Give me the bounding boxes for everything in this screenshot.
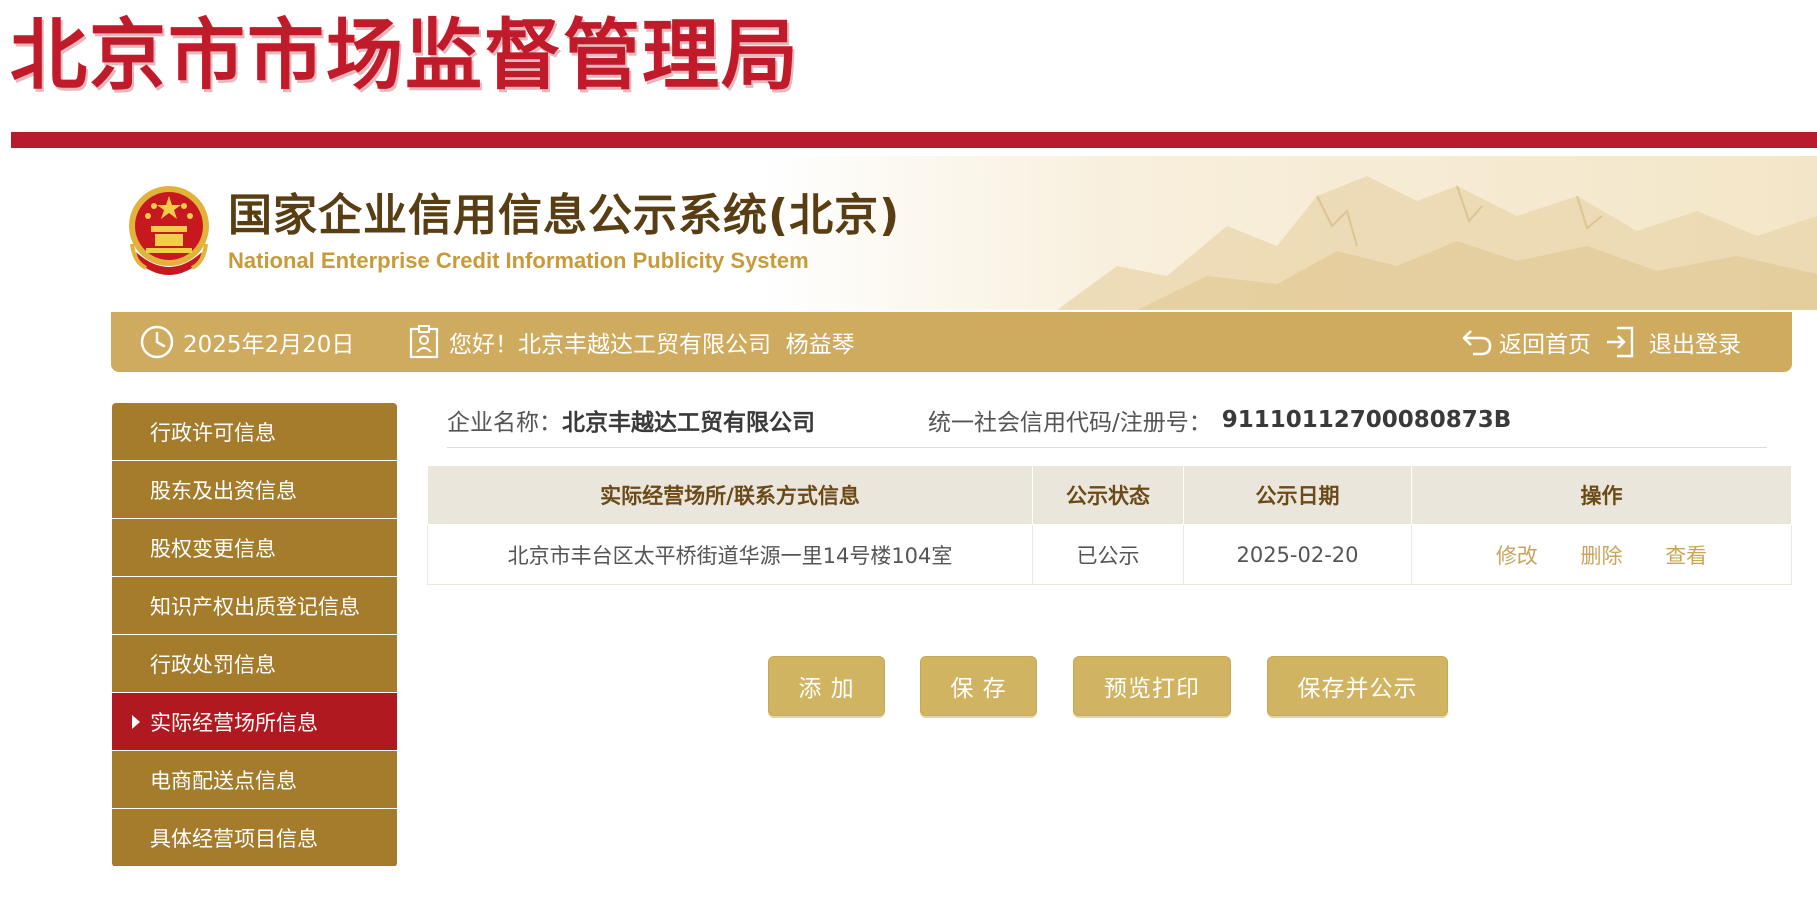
system-title: 国家企业信用信息公示系统(北京): [228, 190, 901, 241]
national-emblem-icon: [129, 186, 209, 275]
save-and-publish-button[interactable]: 保存并公示: [1267, 656, 1448, 716]
clock-icon: [140, 325, 174, 359]
system-subtitle-english: National Enterprise Credit Information P…: [228, 248, 809, 273]
column-header-actions: 操作: [1411, 465, 1792, 525]
cell-status: 已公示: [1032, 524, 1184, 585]
sidebar-item-business-scope[interactable]: 具体经营项目信息: [112, 809, 397, 866]
delete-link[interactable]: 删除: [1581, 544, 1623, 568]
credit-code-value: 91110112700080873B: [1221, 407, 1512, 433]
agency-title: 北京市市场监督管理局: [10, 12, 800, 101]
sidebar-item-label: 股东及出资信息: [150, 478, 297, 503]
premises-table: 实际经营场所/联系方式信息 公示状态 公示日期 操作 北京市丰台区太平桥街道华源…: [427, 465, 1792, 585]
sidebar-item-label: 行政许可信息: [150, 420, 276, 445]
return-home-link[interactable]: 返回首页: [1461, 312, 1591, 372]
sidebar-item-shareholders[interactable]: 股东及出资信息: [112, 461, 397, 518]
column-header-status: 公示状态: [1032, 465, 1184, 525]
logout-link[interactable]: 退出登录: [1605, 312, 1741, 372]
column-header-date: 公示日期: [1183, 465, 1412, 525]
return-arrow-icon: [1462, 330, 1492, 356]
mountain-background-art: [757, 156, 1817, 310]
view-link[interactable]: 查看: [1665, 544, 1707, 568]
logout-icon: [1607, 326, 1634, 358]
sidebar-item-admin-penalty[interactable]: 行政处罚信息: [112, 635, 397, 692]
credit-code-row: 统一社会信用代码/注册号： 91110112700080873B: [928, 400, 1511, 440]
company-name-row: 企业名称： 北京丰越达工贸有限公司: [447, 400, 815, 440]
sidebar-item-admin-license[interactable]: 行政许可信息: [112, 403, 397, 460]
cell-actions: 修改 删除 查看: [1411, 524, 1792, 585]
company-name-label: 企业名称：: [447, 410, 562, 436]
active-arrow-icon: [132, 715, 140, 729]
date-display: 2025年2月20日: [139, 312, 354, 372]
credit-code-label: 统一社会信用代码/注册号：: [928, 410, 1212, 436]
edit-link[interactable]: 修改: [1496, 544, 1538, 568]
cell-date: 2025-02-20: [1183, 524, 1412, 585]
sidebar-item-ecommerce-delivery[interactable]: 电商配送点信息: [112, 751, 397, 808]
sidebar-item-label: 具体经营项目信息: [150, 826, 318, 851]
cell-address: 北京市丰台区太平桥街道华源一里14号楼104室: [427, 524, 1033, 585]
sidebar-item-label: 股权变更信息: [150, 536, 276, 561]
page-root: 北京市市场监督管理局 国家企业信用信息公示系统(北京) National Ent…: [0, 0, 1817, 903]
sidebar-item-business-premises[interactable]: 实际经营场所信息: [112, 693, 397, 750]
sidebar-menu: 行政许可信息 股东及出资信息 股权变更信息 知识产权出质登记信息 行政处罚信息 …: [112, 403, 397, 867]
user-greeting: 您好！北京丰越达工贸有限公司 杨益琴: [409, 312, 855, 372]
table-row: 北京市丰台区太平桥街道华源一里14号楼104室 已公示 2025-02-20 修…: [427, 524, 1792, 585]
greeting-text: 您好！北京丰越达工贸有限公司 杨益琴: [449, 332, 855, 358]
add-button[interactable]: 添 加: [768, 656, 885, 716]
header-divider: [11, 132, 1817, 148]
id-card-icon: [409, 325, 439, 359]
preview-print-button[interactable]: 预览打印: [1073, 656, 1231, 716]
return-home-label: 返回首页: [1499, 332, 1591, 358]
sidebar-item-label: 电商配送点信息: [150, 768, 297, 793]
table-header-row: 实际经营场所/联系方式信息 公示状态 公示日期 操作: [427, 465, 1792, 525]
sidebar-item-label: 行政处罚信息: [150, 652, 276, 677]
company-divider: [447, 447, 1767, 448]
save-button[interactable]: 保 存: [920, 656, 1037, 716]
sidebar-item-ip-pledge[interactable]: 知识产权出质登记信息: [112, 577, 397, 634]
user-info-bar: 2025年2月20日 您好！北京丰越达工贸有限公司 杨益琴 返回首页 退出登录: [111, 312, 1792, 372]
sidebar-item-equity-change[interactable]: 股权变更信息: [112, 519, 397, 576]
logout-label: 退出登录: [1649, 332, 1741, 358]
current-date: 2025年2月20日: [183, 332, 355, 358]
system-banner: 国家企业信用信息公示系统(北京) National Enterprise Cre…: [0, 156, 1817, 310]
sidebar-item-label: 知识产权出质登记信息: [150, 594, 360, 619]
company-name: 北京丰越达工贸有限公司: [562, 410, 815, 436]
column-header-address: 实际经营场所/联系方式信息: [427, 465, 1033, 525]
sidebar-item-label: 实际经营场所信息: [150, 710, 318, 735]
